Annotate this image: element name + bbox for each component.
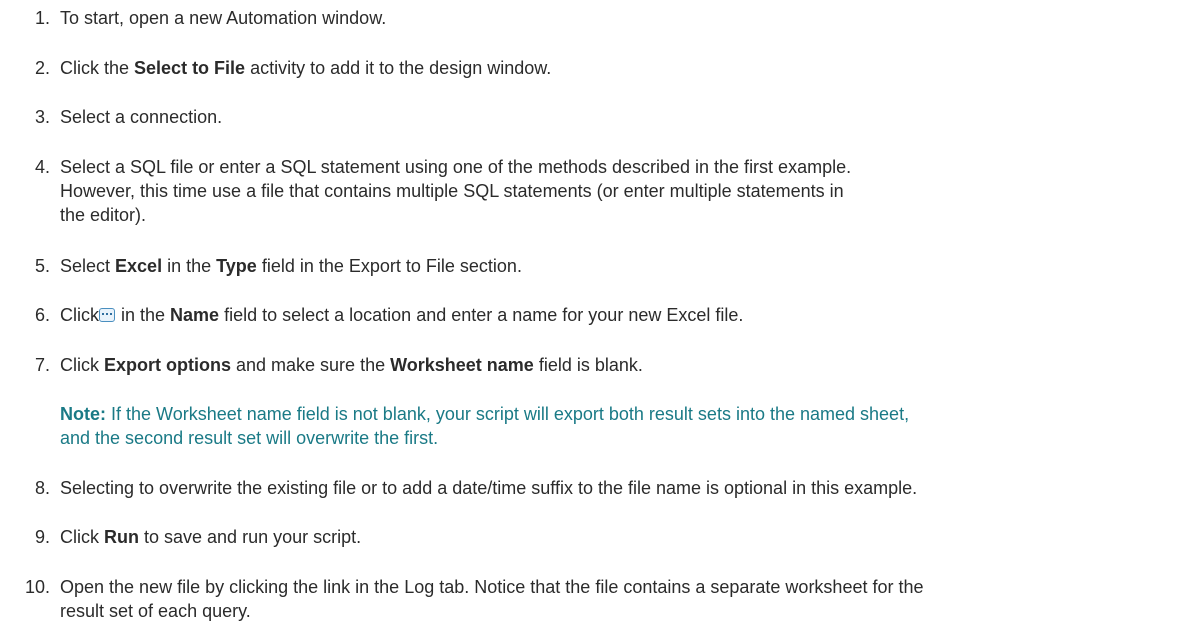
step-text-segment: in the xyxy=(162,256,217,276)
step-number: 3. xyxy=(34,107,50,127)
step-text-segment: Click xyxy=(60,305,99,325)
step-text: To start, open a new Automation window. xyxy=(60,6,1170,30)
note-line: and the second result set will overwrite… xyxy=(60,428,439,448)
step-number: 9. xyxy=(34,527,50,547)
step-text: Click Export options and make sure the W… xyxy=(60,353,1170,377)
step-number: 6. xyxy=(34,305,50,325)
note-label: Note: xyxy=(60,404,106,424)
step-text-segment: field in the Export to File section. xyxy=(256,256,522,276)
type-value: Excel xyxy=(115,256,163,276)
step-text: Select a SQL file or enter a SQL stateme… xyxy=(60,155,1170,227)
step-number: 1. xyxy=(34,8,50,28)
step-text-segment: field is blank. xyxy=(533,355,643,375)
step-number: 10. xyxy=(24,577,50,597)
step-text-segment: Select xyxy=(60,256,116,276)
step-text-segment: Click xyxy=(60,527,104,547)
note-line: If the Worksheet name field is not blank… xyxy=(106,404,910,424)
step-text-segment: Select a connection. xyxy=(60,107,223,127)
note-text: Note: If the Worksheet name field is not… xyxy=(60,402,1170,450)
step-text-segment: Selecting to overwrite the existing file… xyxy=(60,478,918,498)
step-text: Open the new file by clicking the link i… xyxy=(60,575,1170,623)
step-text-line: Open the new file by clicking the link i… xyxy=(60,577,924,597)
step-text-segment: activity to add it to the design window. xyxy=(245,58,552,78)
step-number: 4. xyxy=(34,157,50,177)
step-text-segment: to save and run your script. xyxy=(139,527,362,547)
step-number: 7. xyxy=(34,355,50,375)
step-number: 8. xyxy=(34,478,50,498)
button-name: Export options xyxy=(104,355,231,375)
field-name: Name xyxy=(170,305,220,325)
field-name: Type xyxy=(216,256,257,276)
step-text: Click Run to save and run your script. xyxy=(60,525,1170,549)
ellipsis-browse-icon xyxy=(99,308,115,322)
step-number: 5. xyxy=(34,256,50,276)
step-text-line: Select a SQL file or enter a SQL stateme… xyxy=(60,157,852,177)
step-text: Click the Select to File activity to add… xyxy=(60,56,1170,80)
step-text-segment: field to select a location and enter a n… xyxy=(219,305,744,325)
step-text: Select Excel in the Type field in the Ex… xyxy=(60,254,1170,278)
step-text-segment: in the xyxy=(116,305,171,325)
step-number: 2. xyxy=(34,58,50,78)
activity-name: Select to File xyxy=(134,58,246,78)
step-text: Select a connection. xyxy=(60,105,1170,129)
step-text: Click in the Name field to select a loca… xyxy=(60,303,1170,327)
button-name: Run xyxy=(104,527,139,547)
step-text-line: However, this time use a file that conta… xyxy=(60,181,844,201)
step-text: Selecting to overwrite the existing file… xyxy=(60,476,1170,500)
step-text-segment: Click the xyxy=(60,58,135,78)
field-name: Worksheet name xyxy=(390,355,534,375)
step-text-line: the editor). xyxy=(60,205,147,225)
step-text-segment: To start, open a new Automation window. xyxy=(60,8,387,28)
step-text-line: result set of each query. xyxy=(60,601,251,621)
step-text-segment: and make sure the xyxy=(231,355,391,375)
step-text-segment: Click xyxy=(60,355,104,375)
